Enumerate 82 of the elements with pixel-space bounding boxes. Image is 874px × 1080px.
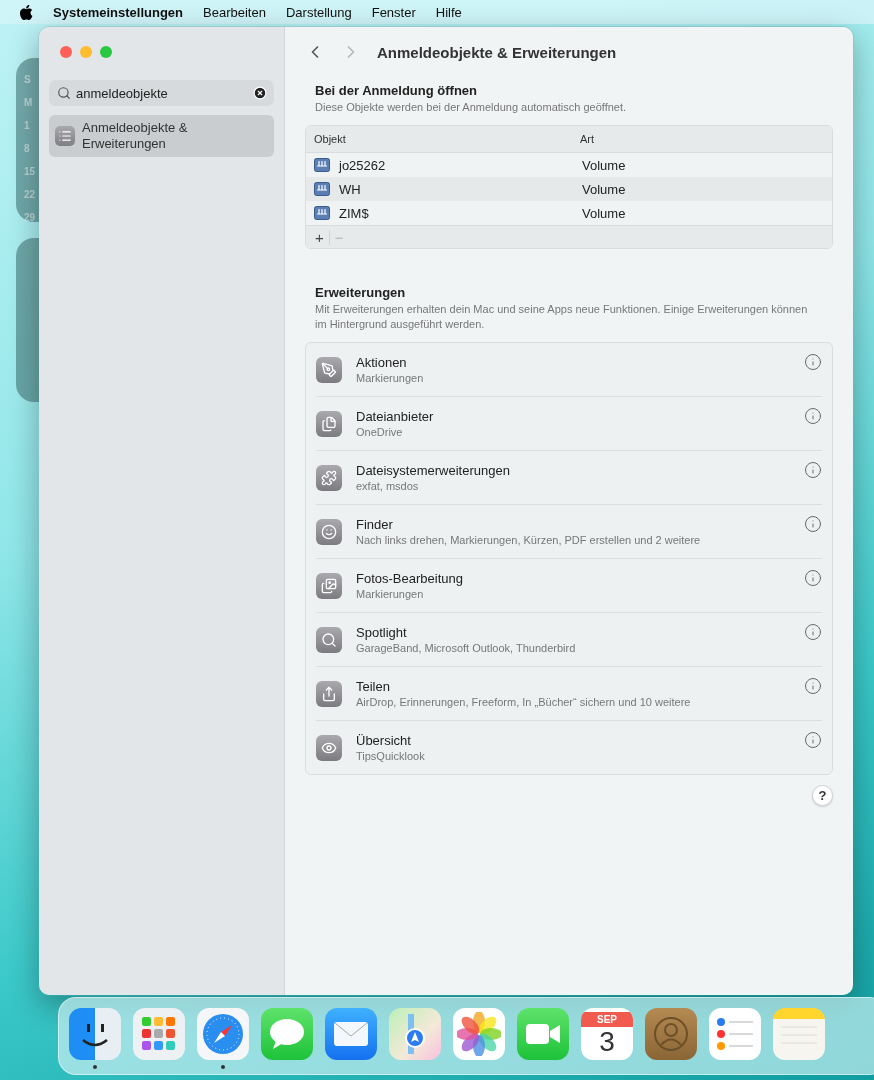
extension-name: Fotos-Bearbeitung xyxy=(356,571,464,586)
share-icon xyxy=(316,680,342,707)
search-icon xyxy=(316,626,342,653)
extension-name: Dateisystemerweiterungen xyxy=(356,463,511,478)
apple-logo-icon[interactable] xyxy=(20,4,33,20)
sidebar-item[interactable]: Anmeldeobjekte & Erweiterungen xyxy=(49,115,274,157)
extension-name: Aktionen xyxy=(356,355,408,370)
calendar-day: 3 xyxy=(599,1026,615,1057)
menu-item[interactable]: Darstellung xyxy=(285,4,352,20)
extension-detail: GarageBand, Microsoft Outlook, Thunderbird xyxy=(356,642,577,654)
help-button[interactable]: ? xyxy=(812,785,833,806)
eye-icon xyxy=(316,734,342,761)
speech-bubble-app-icon[interactable] xyxy=(261,1008,313,1060)
extension-name: Übersicht xyxy=(356,733,412,748)
close-button[interactable] xyxy=(60,46,72,58)
info-icon[interactable] xyxy=(804,731,822,749)
widget-text: 8 xyxy=(24,143,31,154)
info-icon[interactable] xyxy=(804,461,822,479)
extension-name: Teilen xyxy=(356,679,391,694)
envelope-app-icon[interactable] xyxy=(325,1008,377,1060)
extension-detail: Markierungen xyxy=(356,372,425,384)
section-title: Erweiterungen xyxy=(315,285,407,300)
column-header[interactable]: Objekt xyxy=(314,133,580,145)
menu-item[interactable]: Hilfe xyxy=(435,4,462,20)
extension-detail: Markierungen xyxy=(356,588,425,600)
column-header[interactable]: Art xyxy=(580,133,832,145)
photos-icon xyxy=(316,572,342,599)
info-icon[interactable] xyxy=(804,569,822,587)
info-icon[interactable] xyxy=(804,515,822,533)
table-cell: jo25262 xyxy=(339,157,386,173)
extension-detail: exfat, msdos xyxy=(356,480,420,492)
map-app-icon[interactable] xyxy=(389,1008,441,1060)
calendar-app-icon[interactable]: SEP 3 xyxy=(581,1008,633,1060)
table-cell: ZIM$ xyxy=(339,205,369,221)
widget-text: M xyxy=(24,97,34,108)
video-camera-app-icon[interactable] xyxy=(517,1008,569,1060)
checklist-app-icon[interactable] xyxy=(709,1008,761,1060)
info-icon[interactable] xyxy=(804,407,822,425)
widget-text: S xyxy=(24,74,32,85)
add-button[interactable]: + xyxy=(310,229,330,245)
section-description: Mit Erweiterungen erhalten dein Mac und seine Apps neue Funktionen. Einige Erweiterungen können im Hintergrund ausgeführt werden. xyxy=(315,302,809,332)
extension-name: Dateianbieter xyxy=(356,409,435,424)
table-cell-text: Volume xyxy=(581,205,627,221)
menu-item[interactable]: Bearbeiten xyxy=(203,4,266,20)
compass-app-icon[interactable] xyxy=(197,1008,249,1060)
drive-icon xyxy=(314,182,330,196)
pen-icon xyxy=(316,356,342,383)
extension-detail: Nach links drehen, Markierungen, Kürzen, PDF erstellen und 2 weitere xyxy=(356,534,702,546)
search-field[interactable]: anmeldeobjekte xyxy=(49,80,274,106)
window-title: Anmeldeobjekte & Erweiterungen xyxy=(377,43,617,61)
list-icon xyxy=(55,126,75,146)
flower-app-icon[interactable] xyxy=(453,1008,505,1060)
section-description: Diese Objekte werden bei der Anmeldung automatisch geöffnet. xyxy=(315,100,628,115)
widget-text: 22 xyxy=(24,189,37,200)
menu-item[interactable]: Fenster xyxy=(371,4,416,20)
widget-text: 1 xyxy=(24,120,31,131)
info-icon[interactable] xyxy=(804,623,822,641)
table-cell: WH xyxy=(339,181,361,197)
widget-text: 29 xyxy=(24,212,37,223)
drive-icon xyxy=(314,206,330,220)
face-app-icon[interactable] xyxy=(69,1008,121,1060)
drive-icon xyxy=(314,158,330,172)
extension-detail: TipsQuicklook xyxy=(356,750,426,762)
documents-icon xyxy=(316,410,342,437)
search-icon xyxy=(57,86,71,100)
clear-icon[interactable] xyxy=(253,86,267,100)
table-cell-text: Volume xyxy=(581,181,627,197)
puzzle-piece-icon xyxy=(316,464,342,491)
extension-name: Spotlight xyxy=(356,625,408,640)
extension-detail: OneDrive xyxy=(356,426,404,438)
extension-detail: AirDrop, Erinnerungen, Freeform, In „Bücher“ sichern und 10 weitere xyxy=(356,696,692,708)
table-cell-text: Volume xyxy=(581,157,627,173)
calendar-month: SEP xyxy=(581,1011,633,1027)
grid-app-icon[interactable] xyxy=(133,1008,185,1060)
widget-text: 15 xyxy=(24,166,37,177)
extension-name: Finder xyxy=(356,517,394,532)
info-icon[interactable] xyxy=(804,677,822,695)
face-icon xyxy=(316,518,342,545)
section-title: Bei der Anmeldung öffnen xyxy=(315,83,479,98)
info-icon[interactable] xyxy=(804,353,822,371)
contact-book-app-icon[interactable] xyxy=(645,1008,697,1060)
menu-app-name[interactable]: Systemeinstellungen xyxy=(53,4,184,20)
